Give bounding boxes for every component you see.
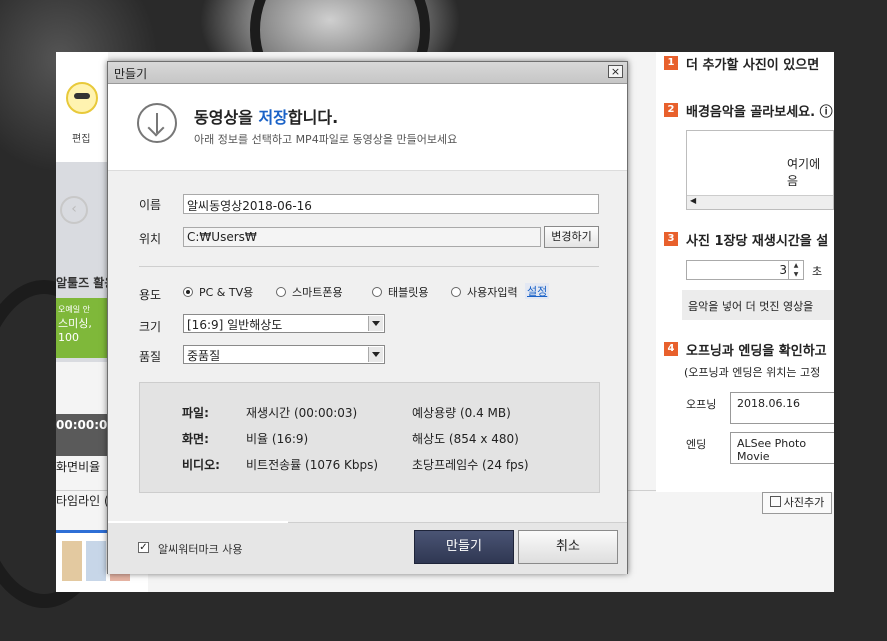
size-value: [16:9] 일반해상도 (187, 318, 283, 332)
chevron-down-icon[interactable] (368, 316, 383, 331)
thumbnail[interactable] (62, 541, 82, 581)
ad-banner[interactable]: 오예일 안 스미싱, 100 (56, 298, 108, 358)
opening-note: (오프닝과 엔딩은 위치는 고정 (684, 366, 821, 379)
dialog-titlebar[interactable]: 만들기 × (108, 62, 627, 84)
heading-highlight: 저장 (258, 108, 288, 127)
close-icon[interactable]: × (608, 65, 623, 78)
music-drop-zone[interactable]: 여기에 음 ◀ (686, 130, 834, 210)
opening-label: 오프닝 (686, 398, 717, 411)
step-text: 오프닝과 엔딩을 확인하고 (686, 344, 827, 359)
music-drop-text: 여기에 음 (787, 157, 821, 188)
dialog-title: 만들기 (114, 67, 148, 81)
usage-radio-tablet[interactable]: 태블릿용 (372, 284, 428, 300)
size-label: 크기 (139, 320, 162, 334)
stepper-arrows-icon[interactable]: ▲ ▼ (788, 261, 803, 279)
radio-label: 사용자입력 (467, 286, 518, 299)
watermark-label: 알씨워터마크 사용 (158, 543, 243, 556)
radio-icon[interactable] (276, 287, 286, 297)
name-label: 이름 (139, 198, 162, 212)
info-value: 초당프레임수 (24 fps) (412, 458, 529, 472)
duration-stepper[interactable]: 3 ▲ ▼ (686, 260, 804, 280)
info-key: 파일: (182, 406, 209, 420)
thumbnail[interactable] (86, 541, 106, 581)
location-input[interactable]: C:₩Users₩ (183, 227, 541, 247)
chevron-down-icon[interactable] (368, 347, 383, 362)
add-photo-icon (769, 496, 781, 507)
change-location-button[interactable]: 변경하기 (544, 226, 599, 248)
step-badge: 3 (664, 232, 678, 246)
footer-highlight (108, 521, 288, 523)
info-value: 해상도 (854 x 480) (412, 432, 519, 446)
steps-panel: 1 더 추가할 사진이 있으면 2 배경음악을 골라보세요. ⓘ 여기에 음 ◀… (656, 52, 834, 492)
step-text: 더 추가할 사진이 있으면 (686, 58, 820, 73)
ending-label: 엔딩 (686, 438, 707, 451)
custom-settings-link[interactable]: 설정 (525, 283, 550, 299)
duration-unit: 초 (812, 265, 823, 278)
step-text: 사진 1장당 재생시간을 설 (686, 234, 829, 249)
add-photo-button[interactable]: 사진추가 (762, 492, 832, 514)
ad-line: 오예일 안 (58, 305, 90, 314)
location-label: 위치 (139, 232, 162, 246)
ad-line: 스미싱, (58, 317, 92, 330)
step-badge: 1 (664, 56, 678, 70)
size-select[interactable]: [16:9] 일반해상도 (183, 314, 385, 333)
aspect-ratio-label: 화면비율 (56, 460, 101, 474)
usage-radio-smartphone[interactable]: 스마트폰용 (276, 284, 343, 300)
step-text: 배경음악을 골라보세요. ⓘ (686, 105, 833, 120)
usage-label: 용도 (139, 288, 162, 302)
info-value: 재생시간 (00:00:03) (246, 406, 358, 420)
mascot-icon[interactable] (66, 82, 98, 114)
scroll-left-icon[interactable]: ◀ (690, 196, 696, 205)
quality-value: 중품질 (187, 349, 221, 363)
usage-radio-pc-tv[interactable]: PC & TV용 (183, 284, 253, 300)
watermark-checkbox[interactable]: ✓ (138, 542, 149, 553)
ad-line: 100 (58, 331, 79, 344)
radio-icon[interactable] (183, 287, 193, 297)
heading-part: 합니다. (287, 108, 339, 127)
divider (139, 266, 599, 267)
duration-value: 3 (779, 263, 787, 277)
dialog-footer: ✓ 알씨워터마크 사용 만들기 취소 (108, 522, 627, 574)
ending-field[interactable]: ALSee Photo Movie (730, 432, 834, 464)
chevron-left-icon[interactable]: ‹ (60, 196, 88, 224)
horizontal-scrollbar[interactable]: ◀ (687, 195, 833, 209)
quality-select[interactable]: 중품질 (183, 345, 385, 364)
heading-part: 동영상을 (194, 108, 259, 127)
quality-label: 품질 (139, 350, 162, 364)
radio-icon[interactable] (372, 287, 382, 297)
info-key: 비디오: (182, 458, 220, 472)
left-toolbar: 편집 (56, 52, 108, 162)
music-note: 음악을 넣어 더 멋진 영상을 (682, 290, 834, 320)
radio-icon[interactable] (451, 287, 461, 297)
name-input[interactable]: 알씨동영상2018-06-16 (183, 194, 599, 214)
step-badge: 2 (664, 103, 678, 117)
step-badge: 4 (664, 342, 678, 356)
radio-label: PC & TV용 (199, 286, 254, 299)
info-value: 비율 (16:9) (246, 432, 309, 446)
info-key: 화면: (182, 432, 209, 446)
edit-label: 편집 (72, 134, 91, 145)
usage-radio-custom[interactable]: 사용자입력 (451, 284, 518, 300)
create-dialog: 만들기 × 동영상을 저장합니다. 아래 정보를 선택하고 MP4파일로 동영상… (107, 61, 628, 574)
dialog-header: 동영상을 저장합니다. 아래 정보를 선택하고 MP4파일로 동영상을 만들어보… (108, 84, 627, 171)
output-info-panel: 파일: 재생시간 (00:00:03) 예상용량 (0.4 MB) 화면: 비율… (139, 382, 600, 493)
make-button[interactable]: 만들기 (414, 530, 514, 564)
dialog-heading: 동영상을 저장합니다. (194, 104, 338, 128)
add-photo-label: 사진추가 (783, 496, 825, 509)
cancel-button[interactable]: 취소 (518, 530, 618, 564)
dialog-subheading: 아래 정보를 선택하고 MP4파일로 동영상을 만들어보세요 (194, 133, 458, 146)
info-value: 예상용량 (0.4 MB) (412, 406, 511, 420)
radio-label: 태블릿용 (388, 286, 429, 299)
opening-field[interactable]: 2018.06.16 (730, 392, 834, 424)
download-icon (137, 103, 177, 143)
radio-label: 스마트폰용 (292, 286, 343, 299)
info-value: 비트전송률 (1076 Kbps) (246, 458, 379, 472)
